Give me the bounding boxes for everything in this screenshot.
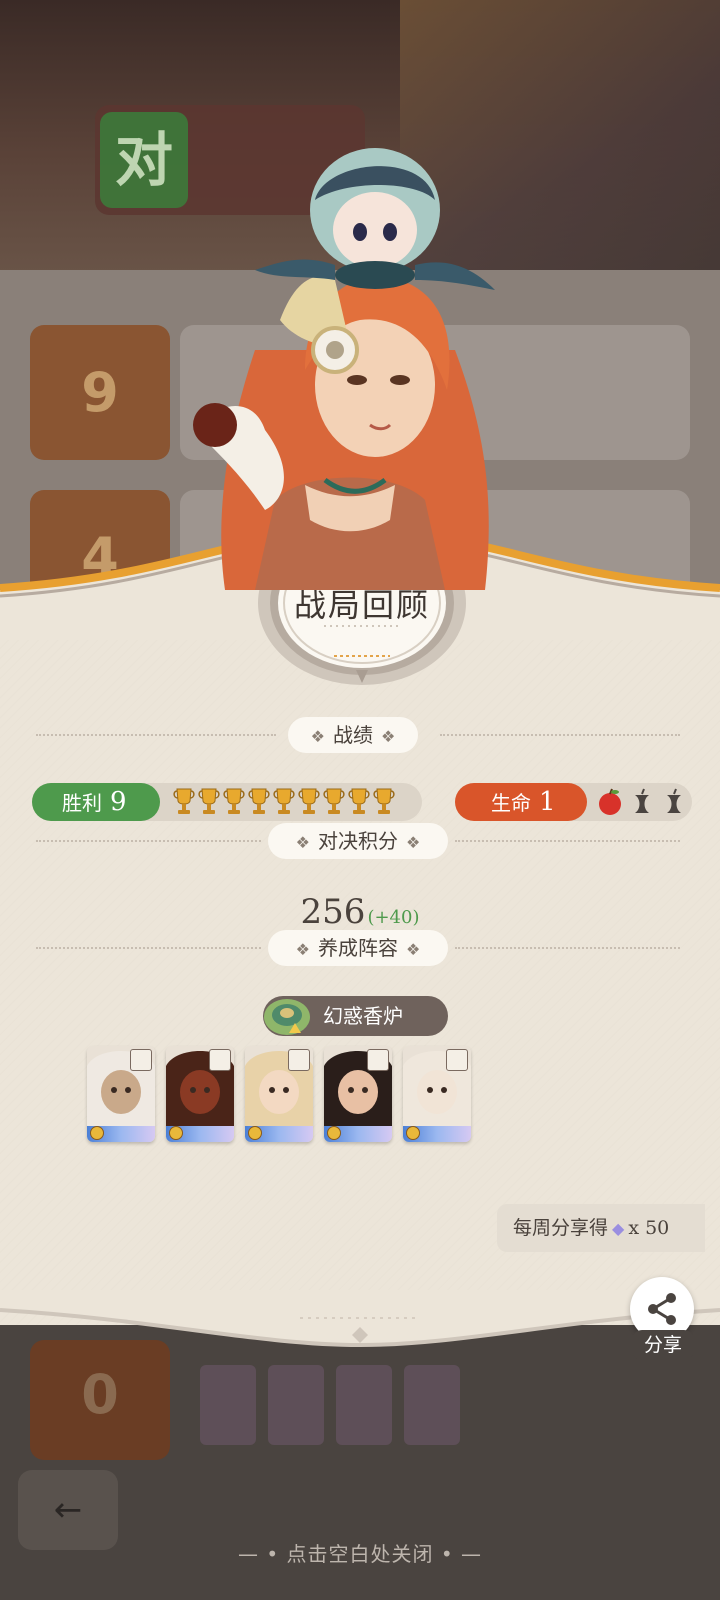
panel-bottom-border [0, 1290, 720, 1348]
star-icon [90, 1126, 104, 1140]
wins-pill: 胜利 9 [32, 783, 160, 821]
trophy-icon [348, 788, 370, 814]
diamond-icon: ❖ [381, 727, 396, 746]
close-hint[interactable]: — • 点击空白处关闭 • — [0, 1538, 720, 1567]
wins-label: 胜利 [62, 791, 102, 815]
divider [440, 734, 680, 736]
equipment-icon [209, 1049, 231, 1071]
trophy-icon [248, 788, 270, 814]
lives-bar: 生命 1 [455, 783, 692, 821]
star-icon [169, 1126, 183, 1140]
trophy-row [172, 785, 397, 823]
apple-core-icon [667, 788, 681, 813]
duel-score: 256 (+40) [0, 892, 720, 932]
diamond-icon: ❖ [406, 940, 421, 959]
equipment-icon [130, 1049, 152, 1071]
wins-value: 9 [110, 787, 127, 817]
diamond-icon: ❖ [295, 833, 310, 852]
score-section-header: ❖ 对决积分 ❖ [0, 823, 720, 859]
lineup-header-label: 养成阵容 [318, 936, 398, 960]
score-header-label: 对决积分 [318, 829, 398, 853]
censer-icon [264, 999, 310, 1035]
life-label: 生命 [491, 791, 531, 815]
relic-name: 幻惑香炉 [323, 1004, 403, 1028]
background-card: 9 [30, 325, 170, 460]
divider [36, 840, 261, 842]
divider [36, 947, 261, 949]
weekly-share-reward: 每周分享得 ◆ x 50 [497, 1204, 705, 1252]
relic-badge[interactable]: 幻惑香炉 [263, 996, 448, 1036]
diamond-icon: ❖ [406, 833, 421, 852]
score-delta: (+40) [367, 907, 420, 928]
trophy-icon [298, 788, 320, 814]
hero-card[interactable] [245, 1046, 313, 1142]
trophy-icon [223, 788, 245, 814]
trophy-icon [273, 788, 295, 814]
star-icon [406, 1126, 420, 1140]
hero-card[interactable] [403, 1046, 471, 1142]
diamond-icon: ❖ [310, 727, 325, 746]
divider [36, 734, 276, 736]
character-portrait [193, 148, 495, 590]
divider [455, 947, 680, 949]
share-label[interactable]: 分享 [632, 1330, 694, 1360]
wins-bar: 胜利 9 [32, 783, 422, 821]
star-icon [327, 1126, 341, 1140]
weekly-share-text: 每周分享得 [513, 1217, 609, 1239]
star-icon [248, 1126, 262, 1140]
record-section-header: ❖ 战绩 ❖ [0, 717, 720, 753]
apple-icon [599, 788, 621, 815]
lineup-section-header: ❖ 养成阵容 ❖ [0, 930, 720, 966]
hero-card[interactable] [87, 1046, 155, 1142]
score-value: 256 [300, 892, 366, 932]
trophy-icon [173, 788, 195, 814]
equipment-icon [367, 1049, 389, 1071]
divider [455, 840, 680, 842]
diamond-icon: ❖ [295, 940, 310, 959]
trophy-icon [373, 788, 395, 814]
gem-icon: ◆ [612, 1219, 625, 1238]
hero-card[interactable] [166, 1046, 234, 1142]
equipment-icon [288, 1049, 310, 1071]
trophy-icon [323, 788, 345, 814]
weekly-share-reward-count: x 50 [628, 1217, 670, 1239]
trophy-icon [198, 788, 220, 814]
hero-card[interactable] [324, 1046, 392, 1142]
equipment-icon [446, 1049, 468, 1071]
background-banner-tag: 对 [100, 112, 188, 208]
apple-core-icon [635, 788, 649, 813]
record-header-label: 战绩 [333, 723, 373, 747]
lives-pill: 生命 1 [455, 783, 587, 821]
life-value: 1 [539, 787, 556, 817]
